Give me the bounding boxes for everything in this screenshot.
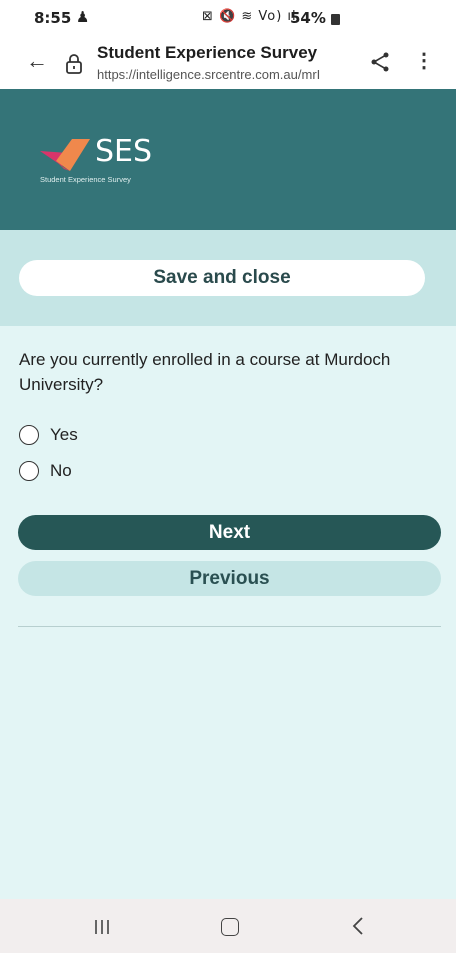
- battery-icon: [331, 14, 340, 25]
- back-icon[interactable]: [352, 916, 364, 936]
- page-url[interactable]: https://intelligence.srcentre.com.au/mrI: [97, 67, 360, 82]
- radio-no[interactable]: [19, 461, 39, 481]
- lock-icon[interactable]: [62, 52, 86, 76]
- recents-icon[interactable]: [92, 919, 112, 935]
- status-bar: 8:55 ♟ ⊠ 🔇 ≋ Vo) ıl 54%: [0, 0, 456, 38]
- browser-toolbar: ← Student Experience Survey https://inte…: [0, 38, 456, 89]
- arrow-left-icon[interactable]: ←: [26, 48, 48, 74]
- option-yes-label[interactable]: Yes: [50, 425, 78, 445]
- next-button[interactable]: Next: [18, 515, 441, 550]
- home-icon[interactable]: [221, 918, 239, 936]
- share-icon[interactable]: [368, 50, 392, 74]
- ses-logo-subtitle: Student Experience Survey: [40, 175, 131, 184]
- page-title[interactable]: Student Experience Survey: [97, 43, 317, 63]
- radio-yes[interactable]: [19, 425, 39, 445]
- save-and-close-button[interactable]: Save and close: [19, 260, 425, 296]
- survey-content: [0, 326, 456, 899]
- status-time: 8:55: [34, 9, 72, 27]
- survey-header: [0, 89, 456, 230]
- battery-level: 54%: [290, 9, 326, 27]
- person-icon: ♟: [76, 8, 90, 26]
- divider: [18, 626, 441, 627]
- status-icons: ⊠ 🔇 ≋ Vo) ıl: [202, 9, 297, 24]
- ses-logo-text: SES: [95, 134, 153, 169]
- more-vert-icon[interactable]: ⋮: [414, 48, 434, 73]
- question-text: Are you currently enrolled in a course a…: [19, 350, 391, 394]
- option-no-label[interactable]: No: [50, 461, 72, 481]
- system-nav-bar: [0, 899, 456, 953]
- previous-button[interactable]: Previous: [18, 561, 441, 596]
